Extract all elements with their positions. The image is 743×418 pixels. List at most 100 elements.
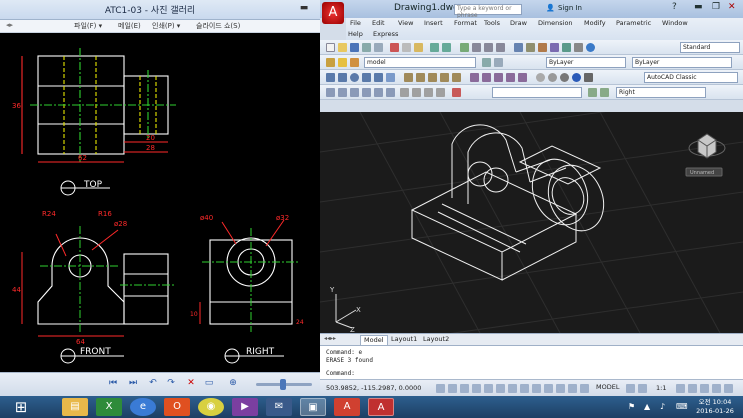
zoom-icon[interactable]: ⊕	[226, 378, 240, 392]
ortho-mode-icon[interactable]	[472, 384, 481, 393]
menu-file[interactable]: File	[350, 19, 361, 27]
trim-icon[interactable]	[470, 73, 479, 82]
user-icon[interactable]: 👤	[546, 4, 555, 12]
rectangle-icon[interactable]	[374, 73, 383, 82]
flag-tray-icon[interactable]: ⚑	[628, 402, 637, 411]
left-view-icon[interactable]	[350, 88, 359, 97]
isolate-objects-icon[interactable]	[712, 384, 721, 393]
menu-view[interactable]: View	[398, 19, 413, 27]
move-icon[interactable]	[404, 73, 413, 82]
fillet-icon[interactable]	[494, 73, 503, 82]
color-select[interactable]: ByLayer	[546, 57, 626, 68]
sign-in-link[interactable]: Sign In	[558, 4, 582, 12]
arc-icon[interactable]	[362, 73, 371, 82]
browser-icon[interactable]: e	[130, 398, 156, 416]
redo-icon[interactable]	[442, 43, 451, 52]
menu-parametric[interactable]: Parametric	[616, 19, 651, 27]
grid-display-icon[interactable]	[460, 384, 469, 393]
explode-icon[interactable]	[518, 73, 527, 82]
tab-nav-icon[interactable]: ◂◂▸▸	[324, 335, 336, 342]
next-icon[interactable]: ⏭	[126, 378, 140, 392]
visual-style-wireframe-icon[interactable]	[536, 73, 545, 82]
menu-insert[interactable]: Insert	[424, 19, 443, 27]
workspace-select[interactable]: AutoCAD Classic	[644, 72, 738, 83]
pdf-reader-icon[interactable]: A	[334, 398, 360, 416]
quick-view-drawings-icon[interactable]	[638, 384, 647, 393]
copy-object-icon[interactable]	[416, 73, 425, 82]
rotate-left-icon[interactable]: ↶	[146, 378, 160, 392]
right-view-icon[interactable]	[362, 88, 371, 97]
paste-icon[interactable]	[414, 43, 423, 52]
taskbar-clock[interactable]: 오전 10:04 2016-01-26	[690, 398, 740, 416]
photo-gallery-taskbar-icon[interactable]: ▣	[300, 398, 326, 416]
quick-view-layouts-icon[interactable]	[626, 384, 635, 393]
menu-window[interactable]: Window	[662, 19, 688, 27]
zoom-window-icon[interactable]	[484, 43, 493, 52]
quick-properties-icon[interactable]	[580, 384, 589, 393]
lineweight-icon[interactable]	[556, 384, 565, 393]
visual-style-realistic-icon[interactable]	[560, 73, 569, 82]
menu-edit[interactable]: Edit	[372, 19, 385, 27]
line-icon[interactable]	[326, 73, 335, 82]
se-iso-icon[interactable]	[412, 88, 421, 97]
gallery-menu-slideshow[interactable]: 슬라이드 쇼(S)	[196, 21, 240, 31]
gallery-menu-print[interactable]: 인쇄(P) ▾	[152, 21, 180, 31]
menu-dimension[interactable]: Dimension	[538, 19, 573, 27]
visual-style-conceptual-icon[interactable]	[572, 73, 581, 82]
excel-icon[interactable]: X	[96, 398, 122, 416]
named-view-select[interactable]	[492, 87, 582, 98]
gallery-menu-mail[interactable]: 메일(E)	[118, 21, 141, 31]
rotate-icon[interactable]	[428, 73, 437, 82]
help-icon[interactable]	[586, 43, 595, 52]
pan-icon[interactable]	[460, 43, 469, 52]
menu-express[interactable]: Express	[373, 30, 398, 38]
ucs-icon[interactable]	[588, 88, 597, 97]
layer-previous-icon[interactable]	[494, 58, 503, 67]
menu-help[interactable]: Help	[348, 30, 363, 38]
command-prompt[interactable]: Command:	[326, 370, 355, 377]
ucs-world-icon[interactable]	[600, 88, 609, 97]
maximize-icon[interactable]: ❐	[712, 2, 720, 12]
scale-icon[interactable]	[452, 73, 461, 82]
hatch-icon[interactable]	[386, 73, 395, 82]
tab-model[interactable]: Model	[360, 335, 388, 345]
minimize-icon[interactable]: ▬	[296, 3, 312, 15]
volume-tray-icon[interactable]: ♪	[660, 402, 669, 411]
chamfer-icon[interactable]	[506, 73, 515, 82]
zoom-realtime-icon[interactable]	[472, 43, 481, 52]
tool-palettes-icon[interactable]	[538, 43, 547, 52]
windows-start-icon[interactable]: ⊞	[6, 397, 36, 417]
tab-layout2[interactable]: Layout2	[420, 335, 452, 345]
layer-on-icon[interactable]	[338, 58, 347, 67]
file-explorer-icon[interactable]: ▤	[62, 398, 88, 416]
autocad-logo-icon[interactable]: A	[322, 2, 344, 24]
model-viewport[interactable]: Y Z X Unnamed	[320, 112, 743, 333]
chrome-icon[interactable]: ◉	[198, 398, 224, 416]
office-icon[interactable]: O	[164, 398, 190, 416]
autocad-taskbar-icon[interactable]: A	[368, 398, 394, 416]
menu-draw[interactable]: Draw	[510, 19, 527, 27]
delete-icon[interactable]: ✕	[184, 378, 198, 392]
mail-icon[interactable]: ✉	[266, 398, 292, 416]
network-tray-icon[interactable]: ▲	[644, 402, 653, 411]
text-style-select[interactable]: Standard	[680, 42, 740, 53]
zoom-slider-handle[interactable]	[280, 379, 286, 390]
minimize-icon[interactable]: ▬	[694, 2, 703, 12]
bottom-view-icon[interactable]	[338, 88, 347, 97]
annotation-visibility-icon[interactable]	[676, 384, 685, 393]
menu-tools[interactable]: Tools	[484, 19, 500, 27]
gallery-menu-file[interactable]: 파일(F) ▾	[74, 21, 102, 31]
command-line[interactable]: Command: e ERASE 3 found Command:	[320, 345, 743, 379]
lock-icon[interactable]	[700, 384, 709, 393]
save-icon[interactable]	[350, 43, 359, 52]
cut-icon[interactable]	[390, 43, 399, 52]
object-snap-icon[interactable]	[496, 384, 505, 393]
undo-icon[interactable]	[430, 43, 439, 52]
clean-screen-icon[interactable]	[724, 384, 733, 393]
autocad-titlebar[interactable]: Drawing1.dwg Type a keyword or phrase 👤 …	[320, 0, 743, 19]
polyline-icon[interactable]	[338, 73, 347, 82]
new-icon[interactable]	[326, 43, 335, 52]
markup-icon[interactable]	[562, 43, 571, 52]
workspace-switching-icon[interactable]	[688, 384, 697, 393]
search-input[interactable]: Type a keyword or phrase	[454, 4, 522, 19]
